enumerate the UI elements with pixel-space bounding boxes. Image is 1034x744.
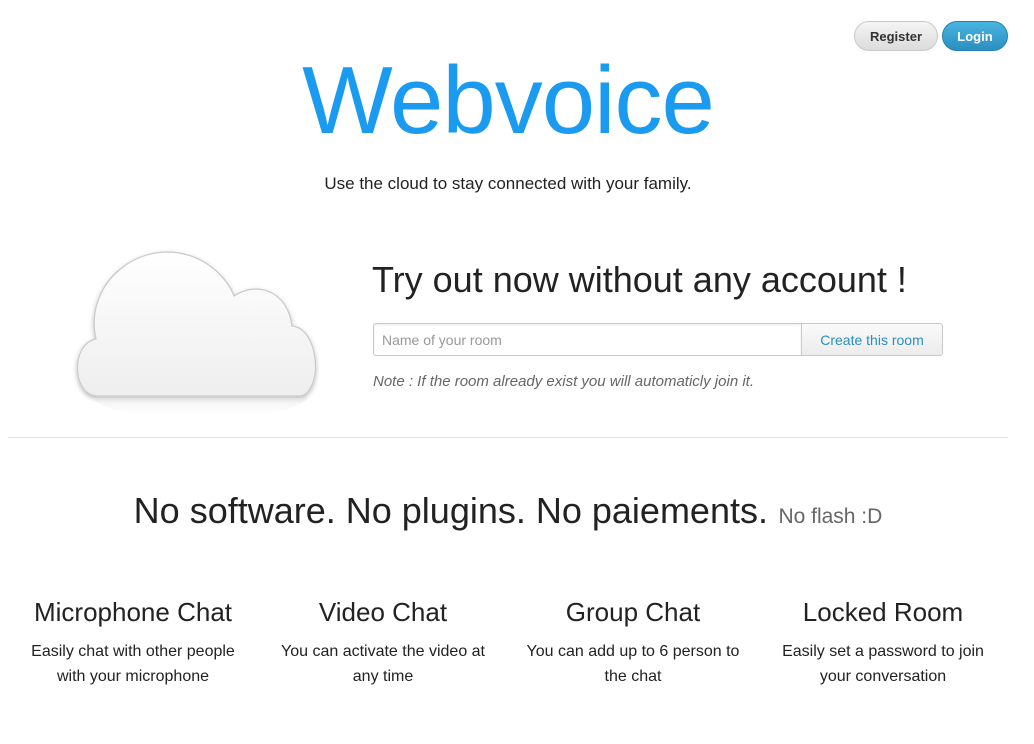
feature-description: You can add up to 6 person to the chat (526, 643, 740, 685)
create-room-form: Create this room (373, 323, 943, 356)
section-divider (8, 437, 1008, 438)
headline-main: No software. No plugins. No paiements. (133, 490, 768, 531)
room-name-input[interactable] (373, 323, 801, 356)
feature-title: Group Chat (565, 597, 701, 627)
join-note: Note : If the room already exist you wil… (373, 373, 754, 390)
features: Microphone Chat Easily chat with other p… (8, 594, 1008, 689)
feature-description: You can activate the video at any time (281, 643, 485, 685)
feature-group-chat: Group Chat You can add up to 6 person to… (508, 594, 758, 689)
feature-title: Microphone Chat (34, 597, 232, 627)
feature-video-chat: Video Chat You can activate the video at… (258, 594, 508, 689)
cloud-icon (72, 246, 322, 421)
feature-description: Easily set a password to join your conve… (782, 643, 984, 685)
feature-locked-room: Locked Room Easily set a password to joi… (758, 594, 1008, 689)
page: Register Login Webvoice Use the cloud to… (0, 0, 1034, 744)
feature-title: Locked Room (802, 597, 964, 627)
tagline: Use the cloud to stay connected with you… (324, 174, 692, 193)
feature-description: Easily chat with other people with your … (31, 643, 235, 685)
feature-title: Video Chat (318, 597, 448, 627)
feature-microphone-chat: Microphone Chat Easily chat with other p… (8, 594, 258, 689)
brand-title: Webvoice (302, 47, 715, 154)
headline: No software. No plugins. No paiements. N… (0, 490, 1016, 532)
create-room-button[interactable]: Create this room (801, 323, 943, 356)
headline-small: No flash :D (778, 505, 883, 528)
tryout-title: Try out now without any account ! (372, 259, 907, 300)
